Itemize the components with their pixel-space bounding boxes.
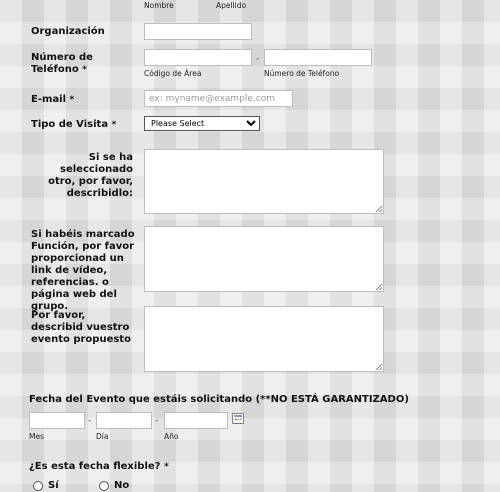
otro-label: Si se ha seleccionado otro, por favor, d… (48, 152, 133, 199)
fecha-dash-2: - (155, 416, 159, 426)
tipo-visita-select[interactable]: Please Select (144, 116, 260, 131)
telefono-number-input[interactable] (264, 49, 372, 66)
fecha-mes-sublabel: Mes (29, 432, 44, 441)
fecha-anio-input[interactable] (164, 412, 228, 429)
evento-textarea[interactable] (144, 306, 384, 372)
telefono-dash: - (256, 54, 260, 64)
tipo-visita-label-text: Tipo de Visita (31, 119, 109, 130)
fecha-dia-input[interactable] (96, 412, 152, 429)
otro-textarea[interactable] (144, 149, 384, 214)
flexible-radio-no[interactable] (99, 481, 109, 491)
fecha-dash-1: - (88, 416, 92, 426)
email-label-text: E-mail (31, 94, 67, 105)
flexible-label-text: ¿Es esta fecha flexible? (29, 461, 161, 472)
organizacion-input[interactable] (144, 23, 252, 40)
resize-grip-icon[interactable] (376, 206, 382, 212)
telefono-label: Número de Teléfono * (31, 52, 111, 76)
tipo-visita-label: Tipo de Visita * (31, 119, 116, 131)
resize-grip-icon[interactable] (376, 364, 382, 370)
funcion-label: Si habéis marcado Función, por favor pro… (31, 229, 135, 312)
email-label: E-mail * (31, 94, 74, 106)
first-name-sublabel: Nombre (144, 1, 174, 10)
flexible-radio-si[interactable] (33, 481, 43, 491)
flexible-option-si: Sí (48, 480, 59, 491)
calendar-icon[interactable] (232, 413, 244, 424)
last-name-sublabel: Apellido (216, 1, 247, 10)
flexible-required-mark: * (163, 462, 169, 472)
fecha-mes-input[interactable] (29, 412, 85, 429)
telefono-number-sublabel: Número de Teléfono (264, 69, 340, 78)
tipo-visita-required-mark: * (111, 120, 117, 130)
fecha-label: Fecha del Evento que estáis solicitando … (29, 394, 409, 405)
resize-grip-icon[interactable] (376, 284, 382, 290)
telefono-area-sublabel: Código de Área (144, 69, 202, 78)
fecha-dia-sublabel: Día (96, 432, 109, 441)
flexible-option-no: No (114, 480, 130, 491)
evento-label: Por favor, describid vuestro evento prop… (31, 310, 131, 345)
flexible-label: ¿Es esta fecha flexible? * (29, 461, 169, 473)
telefono-area-input[interactable] (144, 49, 252, 66)
telefono-required-mark: * (82, 65, 87, 75)
organizacion-label: Organización (31, 26, 105, 37)
email-required-mark: * (69, 95, 75, 105)
fecha-anio-sublabel: Año (164, 432, 179, 441)
email-input[interactable] (144, 90, 293, 107)
funcion-textarea[interactable] (144, 226, 384, 292)
